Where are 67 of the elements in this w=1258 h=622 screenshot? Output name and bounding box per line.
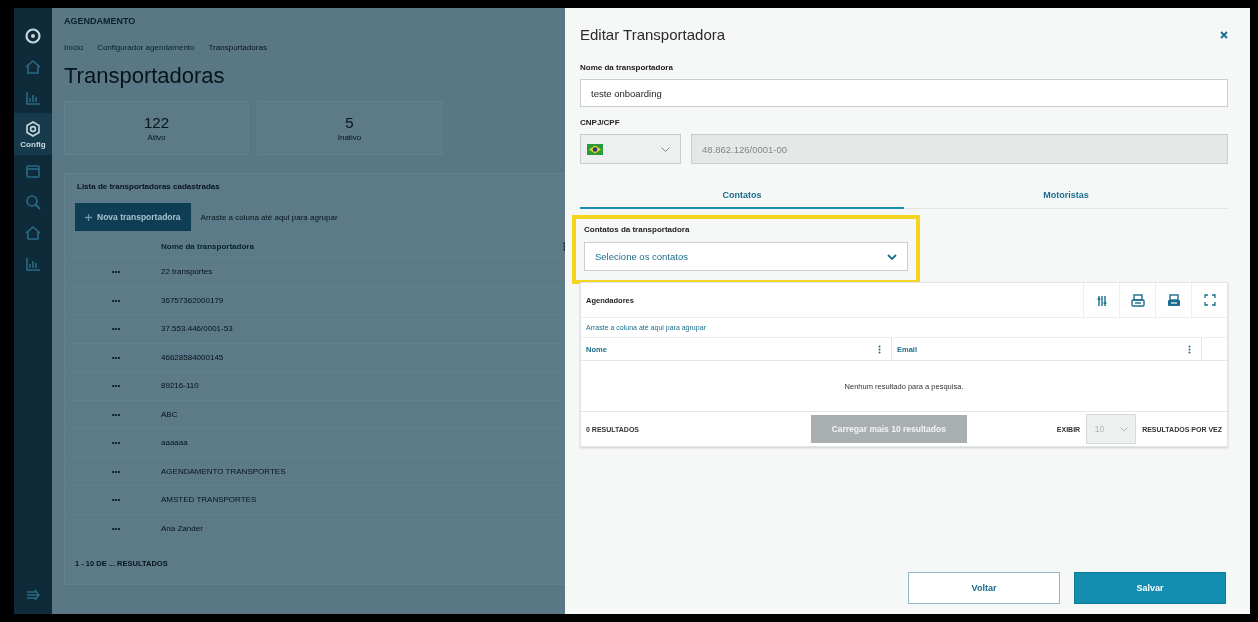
field-label: Contatos da transportadora bbox=[584, 225, 691, 234]
row-actions[interactable]: ••• bbox=[71, 371, 161, 400]
table-cell: AMSTED TRANSPORTES bbox=[161, 485, 563, 514]
printer-icon bbox=[1166, 293, 1181, 307]
close-button[interactable] bbox=[1220, 30, 1228, 39]
logo-icon bbox=[24, 27, 42, 45]
breadcrumb-item[interactable]: Transportadoras bbox=[208, 43, 267, 52]
row-actions[interactable]: ••• bbox=[71, 513, 161, 542]
breadcrumb-item[interactable]: Configurador agendamento bbox=[97, 43, 195, 52]
kebab-icon[interactable] bbox=[1188, 344, 1191, 354]
table-cell: 22 transportes bbox=[161, 257, 563, 286]
breadcrumb-item[interactable]: Início bbox=[64, 43, 84, 52]
drawer-title: Editar Transportadora bbox=[580, 26, 726, 43]
table-cell: 89216-110 bbox=[161, 371, 563, 400]
home-icon bbox=[24, 58, 42, 76]
search-icon bbox=[24, 193, 42, 211]
new-carrier-button[interactable]: Nova transportadora bbox=[75, 203, 191, 231]
row-actions[interactable]: ••• bbox=[71, 456, 161, 485]
stat-value: 5 bbox=[345, 114, 354, 131]
save-button[interactable]: Salvar bbox=[1074, 572, 1226, 604]
kebab-icon[interactable] bbox=[878, 344, 881, 354]
input-field[interactable]: teste onboarding bbox=[580, 79, 1228, 107]
row-actions[interactable]: ••• bbox=[71, 285, 161, 314]
page-title: Transportadoras bbox=[64, 63, 226, 89]
table-cell: aaaaaa bbox=[161, 428, 563, 457]
table-cell: 46628584000145 bbox=[161, 342, 563, 371]
settings-icon bbox=[24, 120, 42, 138]
table-cell: AGENDAMENTO TRANSPORTES bbox=[161, 456, 563, 485]
chart-icon bbox=[24, 89, 42, 107]
load-more-button[interactable]: Carregar mais 10 resultados bbox=[810, 415, 967, 443]
fullscreen-icon bbox=[1203, 293, 1216, 307]
plus-icon bbox=[85, 213, 92, 221]
close-icon bbox=[1220, 30, 1228, 39]
chevron-icon bbox=[1119, 426, 1128, 432]
stat-label: Inativo bbox=[337, 133, 362, 142]
country-select[interactable] bbox=[580, 134, 681, 164]
field-label: Nome da transportadora bbox=[580, 63, 674, 72]
row-actions[interactable]: ••• bbox=[71, 314, 161, 343]
table-cell: Ana Zander bbox=[161, 513, 563, 542]
stat-label: Ativo bbox=[147, 133, 166, 142]
table-cell: ABC bbox=[161, 399, 563, 428]
row-actions[interactable]: ••• bbox=[71, 257, 161, 286]
contacts-select[interactable]: Selecione os contatos bbox=[584, 242, 908, 271]
stat-value: 122 bbox=[144, 114, 169, 131]
home-icon bbox=[24, 224, 42, 242]
row-actions[interactable]: ••• bbox=[71, 342, 161, 371]
list-title: Lista de transportadoras cadastradas bbox=[77, 182, 221, 191]
chart-icon bbox=[24, 255, 42, 273]
column-header[interactable]: Nome da transportadora bbox=[161, 235, 563, 257]
calendar-icon bbox=[24, 162, 42, 180]
back-button[interactable]: Voltar bbox=[908, 572, 1060, 604]
group-hint: Arraste a coluna até aqui para agrupar bbox=[200, 212, 338, 222]
columns-icon bbox=[1095, 293, 1108, 307]
row-actions[interactable]: ••• bbox=[71, 399, 161, 428]
sidebar-item[interactable]: Config bbox=[14, 113, 52, 155]
printer-icon bbox=[1130, 293, 1145, 307]
tab[interactable]: Motoristas bbox=[904, 182, 1228, 209]
flag-icon bbox=[587, 143, 603, 155]
module-title: AGENDAMENTO bbox=[64, 16, 137, 26]
field-label: CNPJ/CPF bbox=[580, 118, 621, 127]
table-cell: 37.553.446/0001-53 bbox=[161, 314, 563, 343]
row-actions[interactable]: ••• bbox=[71, 428, 161, 457]
chevron-icon bbox=[661, 146, 670, 152]
chevron-icon bbox=[887, 253, 897, 260]
tab[interactable]: Contatos bbox=[580, 182, 904, 209]
table-cell: 36757362000179 bbox=[161, 285, 563, 314]
row-actions[interactable]: ••• bbox=[71, 485, 161, 514]
